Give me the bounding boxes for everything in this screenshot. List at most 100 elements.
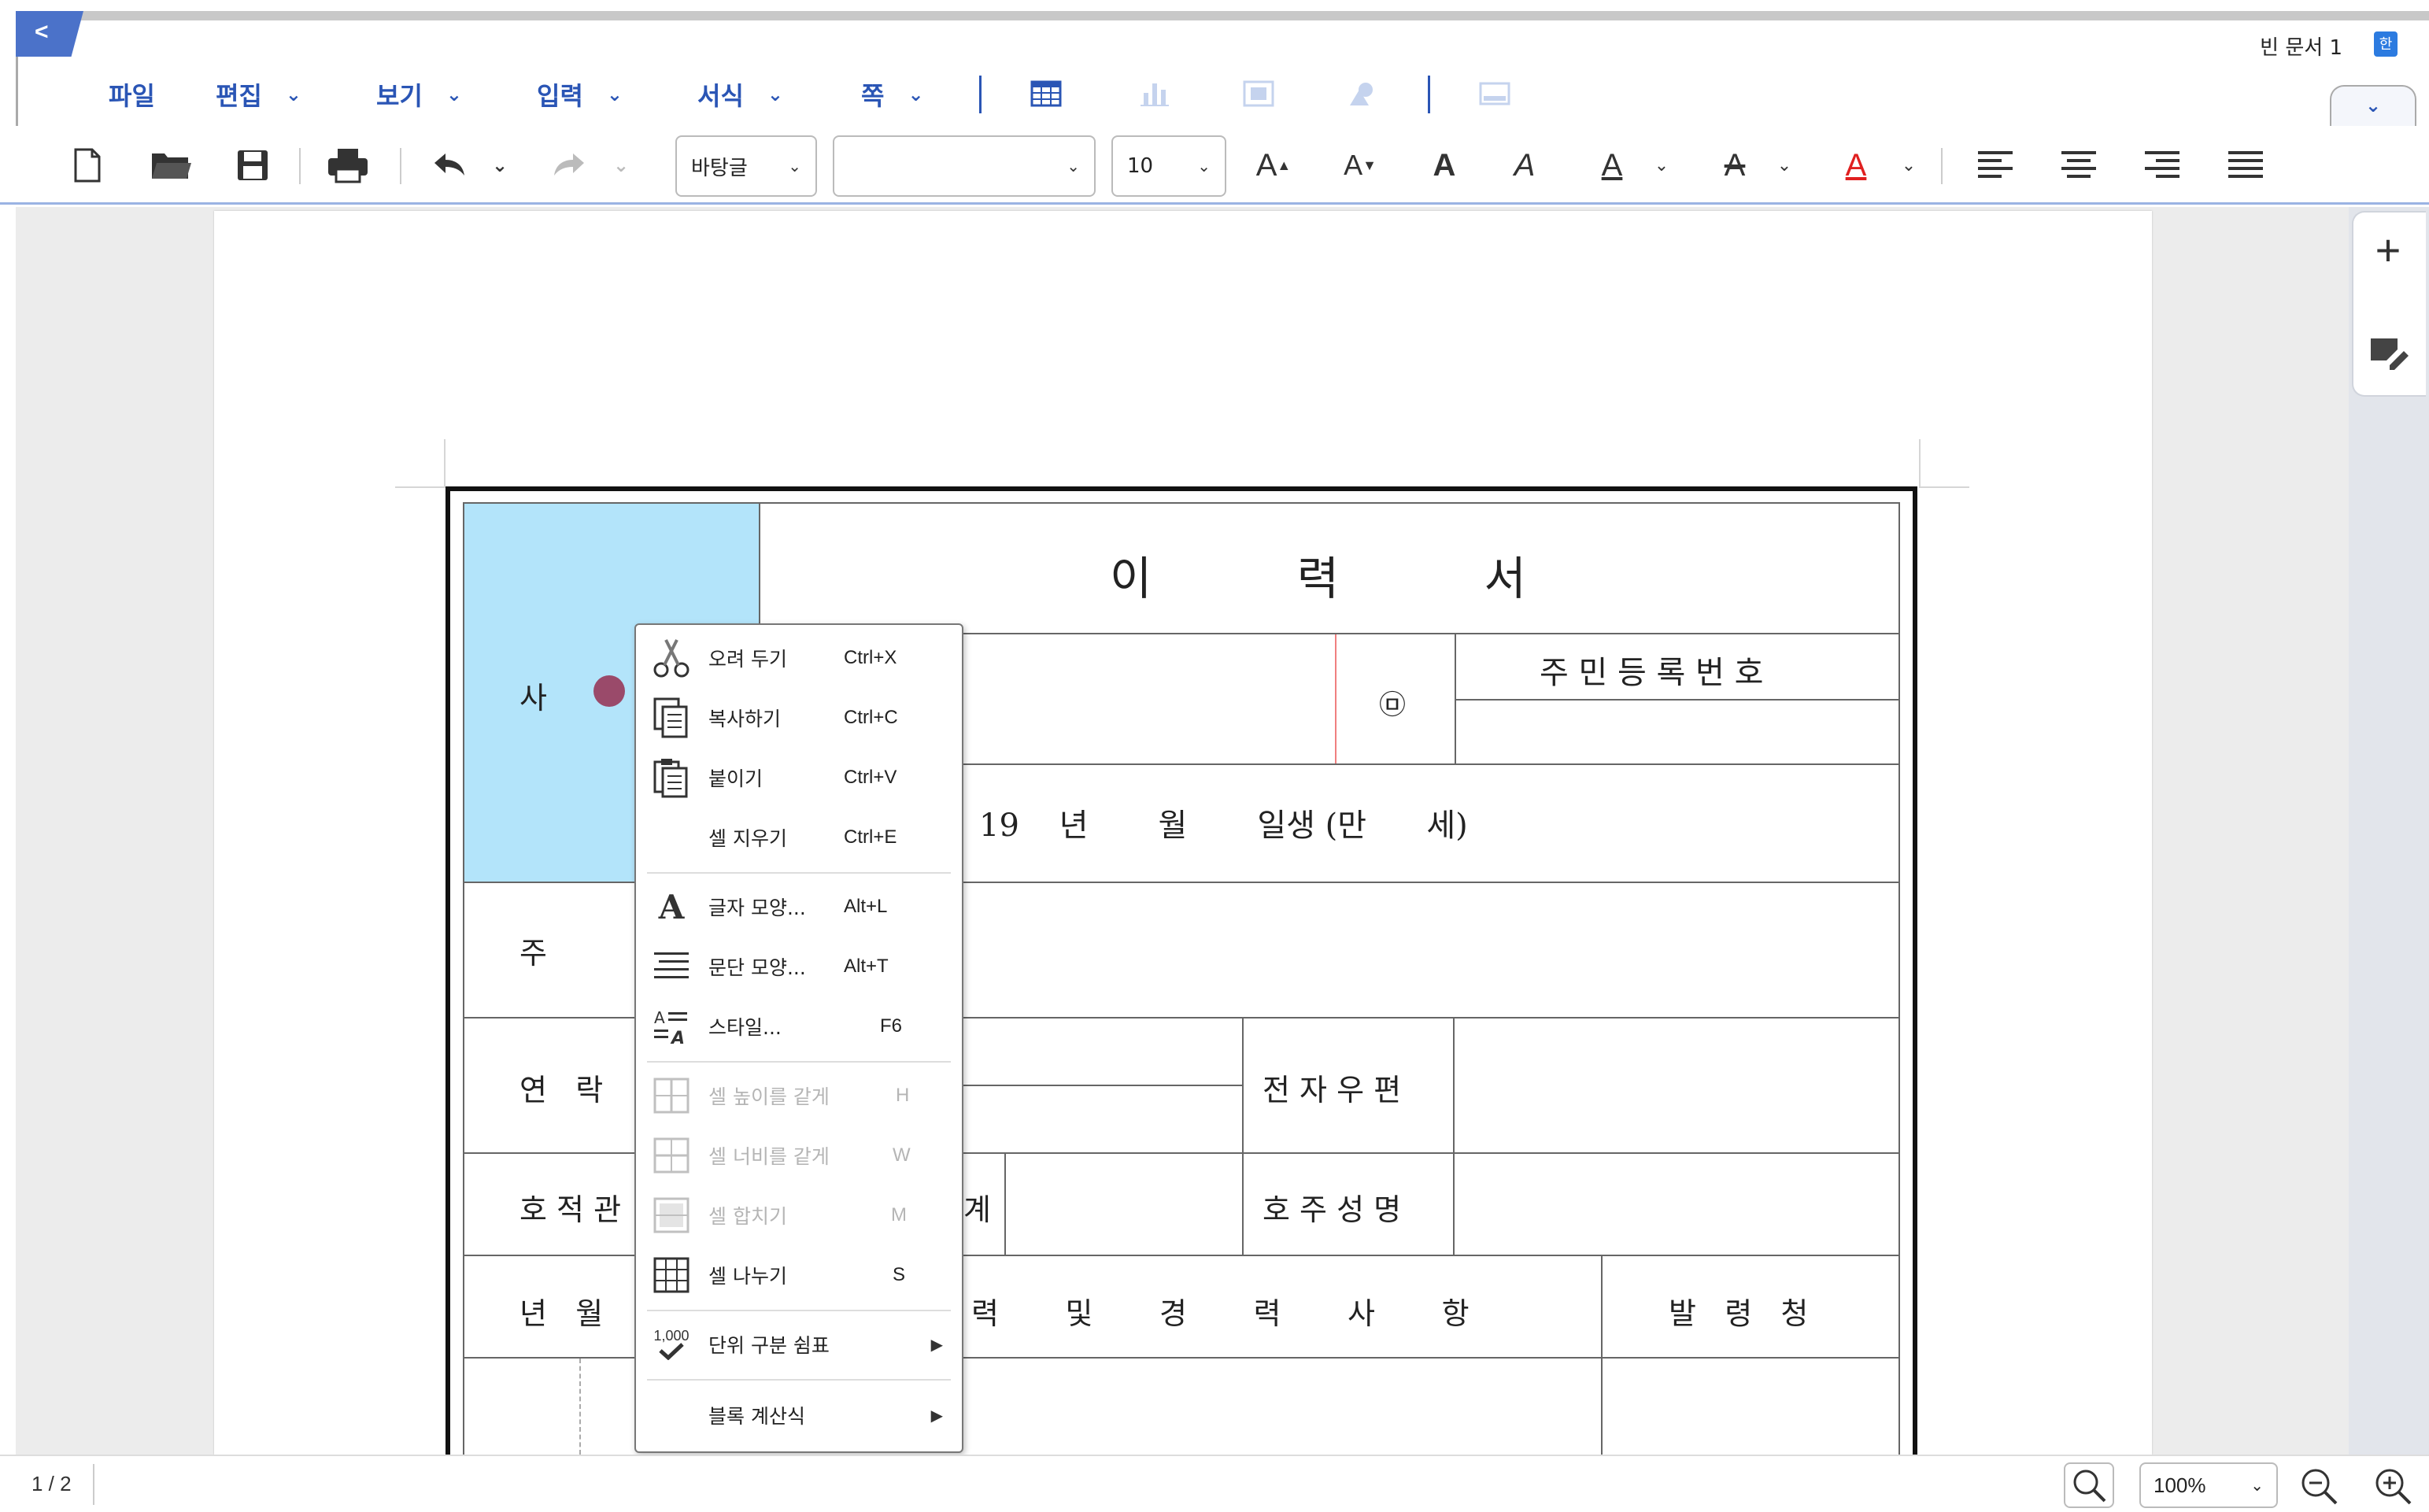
open-folder-icon[interactable] (148, 145, 195, 186)
birth-date-line: 19 년 월 일생 (만 세) (979, 808, 1468, 844)
back-button[interactable]: < (16, 11, 83, 57)
context-thousand-separator[interactable]: 1,000 단위 구분 쉼표 ▶ (636, 1314, 962, 1374)
email-label: 전 자 우 편 (1263, 1073, 1402, 1107)
context-para-shape-shortcut: Alt+T (844, 956, 889, 977)
strikethrough-icon: A (1724, 147, 1746, 183)
add-icon[interactable]: + (2364, 227, 2412, 274)
context-style-shortcut: F6 (880, 1015, 903, 1037)
resident-number-label: 주 민 등 록 번 호 (1540, 655, 1764, 691)
undo-dropdown[interactable]: ⌄ (488, 145, 512, 186)
window-top-line (16, 11, 2429, 20)
zoom-out-button[interactable] (2298, 1466, 2339, 1506)
toolbar-separator (299, 148, 301, 184)
cursor-handle[interactable] (593, 675, 625, 707)
zoom-in-button[interactable] (2372, 1466, 2413, 1506)
context-thousand-separator-label: 단위 구분 쉼표 (708, 1334, 830, 1357)
table-line-highlight (1335, 634, 1337, 763)
text-color-button[interactable]: A (1834, 145, 1878, 186)
shrink-font-icon: A (1344, 149, 1363, 181)
context-block-formula[interactable]: 블록 계산식 ▶ (636, 1385, 962, 1445)
menu-separator (647, 1379, 951, 1381)
context-char-shape[interactable]: A 글자 모양... Alt+L (636, 877, 962, 937)
table-icon[interactable] (1028, 76, 1064, 112)
underline-dropdown[interactable]: ⌄ (1650, 145, 1673, 186)
menu-edit[interactable]: 편집 ⌄ (216, 69, 301, 120)
menu-page[interactable]: 쪽 ⌄ (861, 69, 924, 120)
context-cut-shortcut: Ctrl+X (844, 647, 897, 668)
chevron-down-icon: ⌄ (285, 83, 301, 105)
status-bar: 1 / 2 100% ⌄ (0, 1455, 2429, 1512)
context-split-cell[interactable]: 셀 나누기 S (636, 1245, 962, 1305)
thousand-separator-icon: 1,000 (652, 1322, 691, 1366)
italic-icon: A (1514, 147, 1536, 183)
redo-icon (546, 145, 593, 186)
print-icon[interactable] (324, 145, 372, 186)
head-name-label: 호 주 성 명 (1263, 1192, 1402, 1227)
text-color-dropdown[interactable]: ⌄ (1897, 145, 1921, 186)
ribbon-collapse-button[interactable]: ⌄ (2330, 85, 2416, 126)
window-left-edge (16, 57, 18, 128)
zoom-select[interactable]: 100% ⌄ (2139, 1462, 2278, 1508)
chevron-down-icon: ⌄ (446, 83, 462, 105)
align-right-icon[interactable] (2141, 145, 2183, 186)
table-line (1004, 1152, 1006, 1255)
context-paste[interactable]: 붙이기 Ctrl+V (636, 748, 962, 808)
shrink-font-button[interactable]: A ▼ (1338, 145, 1382, 186)
context-char-shape-label: 글자 모양... (708, 896, 806, 919)
context-copy-label: 복사하기 (708, 708, 782, 730)
submenu-arrow-icon: ▶ (930, 1407, 943, 1425)
context-style[interactable]: AA 스타일... F6 (636, 996, 962, 1056)
context-cut[interactable]: 오려 두기 Ctrl+X (636, 628, 962, 688)
context-menu: 오려 두기 Ctrl+X 복사하기 Ctrl+C 붙이기 Ctrl+V 셀 지우… (634, 623, 963, 1453)
toolbar-separator (400, 148, 401, 184)
save-icon[interactable] (233, 145, 272, 186)
grow-font-icon: A (1255, 147, 1277, 183)
grow-font-button[interactable]: A ▲ (1251, 145, 1296, 186)
menu-view[interactable]: 보기 ⌄ (376, 69, 462, 120)
undo-icon[interactable] (425, 145, 472, 186)
context-clear-cell[interactable]: 셀 지우기 Ctrl+E (636, 808, 962, 867)
align-left-icon[interactable] (1974, 145, 2017, 186)
style-select[interactable]: 바탕글 ⌄ (675, 135, 817, 197)
zoom-value: 100% (2154, 1473, 2206, 1497)
issuer-label: 발 령 청 (1669, 1296, 1809, 1331)
crop-mark (395, 486, 446, 488)
seal-mark: ㉤ (1379, 689, 1406, 721)
paragraph-shape-icon (652, 945, 691, 989)
context-para-shape[interactable]: 문단 모양... Alt+T (636, 937, 962, 996)
new-document-icon[interactable] (68, 145, 107, 186)
table-line (1453, 1017, 1455, 1255)
paste-icon (652, 756, 691, 800)
bold-icon: A (1433, 147, 1456, 183)
align-justify-icon[interactable] (2224, 145, 2267, 186)
equal-height-icon (652, 1074, 691, 1118)
strikethrough-dropdown[interactable]: ⌄ (1773, 145, 1796, 186)
menu-insert[interactable]: 입력 ⌄ (537, 69, 623, 120)
context-clear-cell-label: 셀 지우기 (708, 827, 787, 850)
triangle-down-icon: ▼ (1362, 157, 1377, 173)
table-line-dashed (579, 1359, 581, 1455)
underline-icon: A (1601, 147, 1623, 183)
bold-button[interactable]: A (1425, 145, 1464, 186)
table-line (463, 502, 1900, 504)
underline-button[interactable]: A (1590, 145, 1634, 186)
menu-separator (979, 76, 982, 113)
table-line (1601, 1255, 1603, 1455)
submenu-arrow-icon: ▶ (930, 1336, 943, 1354)
menu-page-label: 쪽 (861, 81, 885, 111)
strikethrough-button[interactable]: A (1713, 145, 1757, 186)
style-select-value: 바탕글 (691, 156, 748, 180)
memo-edit-icon[interactable] (2366, 331, 2410, 375)
menu-format[interactable]: 서식 ⌄ (697, 69, 783, 120)
menu-file[interactable]: 파일 (109, 69, 155, 120)
font-name-select[interactable]: ⌄ (833, 135, 1096, 197)
context-copy[interactable]: 복사하기 Ctrl+C (636, 688, 962, 748)
italic-button[interactable]: A (1505, 145, 1544, 186)
merge-cells-icon (652, 1193, 691, 1237)
find-button[interactable] (2064, 1462, 2114, 1508)
chevron-down-icon: ⌄ (1901, 155, 1917, 175)
font-size-select[interactable]: 10 ⌄ (1111, 135, 1226, 197)
align-center-icon[interactable] (2057, 145, 2100, 186)
header-footer-icon (1477, 76, 1513, 112)
context-copy-shortcut: Ctrl+C (844, 707, 898, 728)
